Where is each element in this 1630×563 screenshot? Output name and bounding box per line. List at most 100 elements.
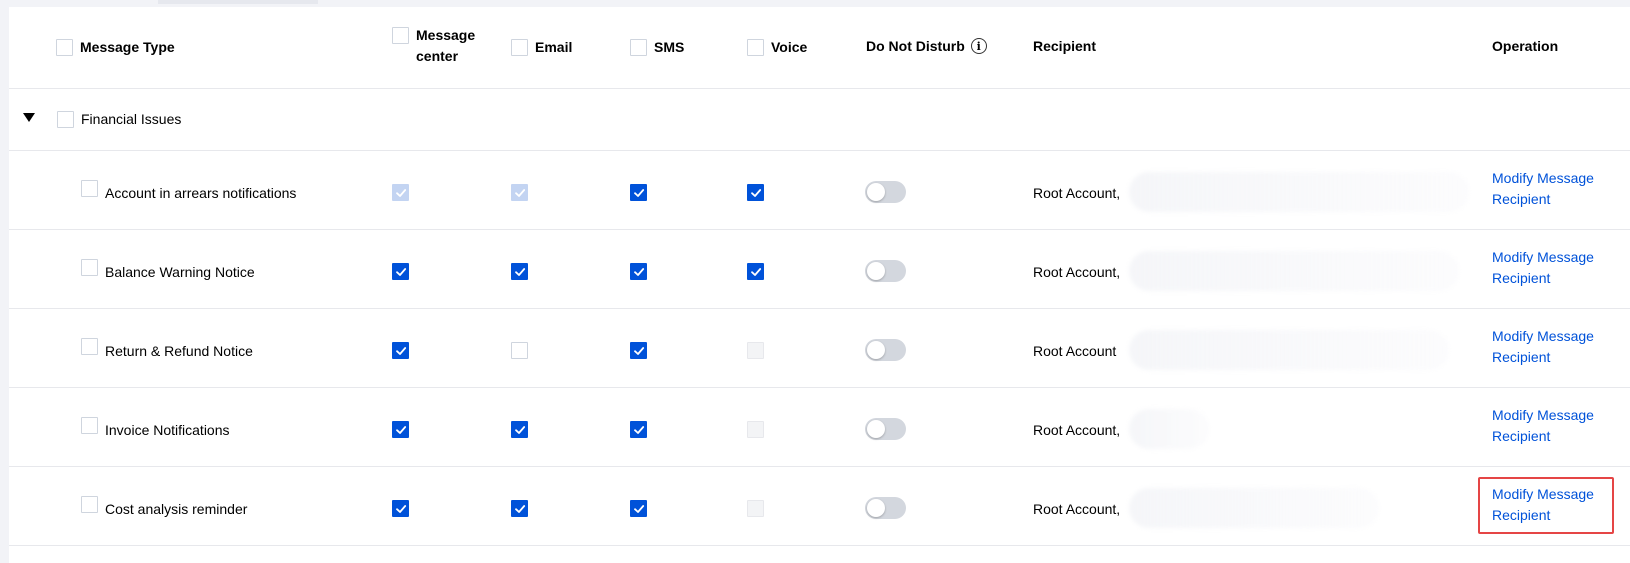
do-not-disturb-toggle[interactable] [865, 418, 906, 440]
check-icon [633, 425, 644, 434]
sms-cell [630, 263, 647, 280]
row-checkbox[interactable] [81, 338, 98, 355]
modify-recipient-link-line1[interactable]: Modify Message [1492, 249, 1594, 265]
voice-cell [747, 263, 764, 280]
modify-recipient-link-line2[interactable]: Recipient [1492, 270, 1550, 286]
check-icon [633, 267, 644, 276]
check-icon [750, 267, 761, 276]
info-icon[interactable]: i [970, 38, 987, 54]
do-not-disturb-cell [865, 260, 906, 282]
message-center-cell [392, 263, 409, 280]
modify-recipient-link-line2[interactable]: Recipient [1492, 191, 1550, 207]
modify-recipient-link[interactable]: Modify Message Recipient [1492, 247, 1594, 289]
email-checkbox[interactable] [511, 263, 528, 280]
voice-all-checkbox[interactable] [747, 38, 764, 56]
message-center-cell [392, 421, 409, 438]
message-settings-table: Message Type Message center Email SMS Vo… [9, 7, 1630, 563]
voice-cell [747, 421, 764, 438]
sms-all-checkbox[interactable] [630, 38, 647, 56]
message-center-cell [392, 342, 409, 359]
toggle-knob [867, 341, 885, 359]
row-name-cell: Account in arrears notifications [81, 180, 296, 201]
row-name-cell: Balance Warning Notice [81, 259, 255, 280]
email-checkbox[interactable] [511, 342, 528, 359]
recipient-label: Root Account, [1033, 422, 1121, 438]
check-icon [514, 504, 525, 513]
sms-cell [630, 184, 647, 201]
caret-down-icon[interactable] [23, 113, 35, 122]
email-all-checkbox[interactable] [511, 38, 528, 56]
message-center-checkbox[interactable] [392, 263, 409, 280]
do-not-disturb-toggle[interactable] [865, 260, 906, 282]
recipient-label: Root Account, [1033, 264, 1121, 280]
header-voice: Voice [747, 37, 807, 57]
message-center-all-checkbox[interactable] [392, 27, 409, 44]
message-center-cell [392, 500, 409, 517]
voice-cell [747, 184, 764, 201]
header-message-center-label-1: Message [416, 27, 476, 43]
email-checkbox[interactable] [511, 500, 528, 517]
row-checkbox[interactable] [81, 180, 98, 197]
do-not-disturb-toggle[interactable] [865, 339, 906, 361]
group-expand-toggle[interactable] [23, 113, 35, 122]
header-message-center-label-2: center [416, 48, 459, 64]
header-sms-label: SMS [654, 38, 685, 55]
message-center-checkbox[interactable] [392, 421, 409, 438]
check-icon [395, 188, 406, 197]
header-message-center: Message center [392, 25, 475, 67]
message-center-checkbox[interactable] [392, 342, 409, 359]
redacted-recipients [1129, 488, 1379, 528]
email-checkbox[interactable] [511, 421, 528, 438]
row-checkbox[interactable] [81, 417, 98, 434]
redacted-recipients [1129, 330, 1449, 370]
row-name-cell: Return & Refund Notice [81, 338, 253, 359]
do-not-disturb-toggle[interactable] [865, 181, 906, 203]
modify-recipient-link-line1[interactable]: Modify Message [1492, 328, 1594, 344]
header-recipient: Recipient [1033, 36, 1096, 56]
email-cell [511, 263, 528, 280]
sms-checkbox[interactable] [630, 421, 647, 438]
voice-checkbox[interactable] [747, 184, 764, 201]
tab-indicator [158, 0, 318, 4]
modify-recipient-link[interactable]: Modify Message Recipient [1492, 168, 1594, 210]
table-row: Balance Warning Notice Root Account, Mod… [9, 229, 1630, 309]
message-type-label: Invoice Notifications [105, 422, 230, 438]
modify-recipient-link-line1[interactable]: Modify Message [1492, 407, 1594, 423]
sms-checkbox[interactable] [630, 342, 647, 359]
header-do-not-disturb: Do Not Disturb i [866, 36, 987, 56]
do-not-disturb-toggle[interactable] [865, 497, 906, 519]
sms-checkbox[interactable] [630, 184, 647, 201]
do-not-disturb-cell [865, 339, 906, 361]
voice-checkbox[interactable] [747, 263, 764, 280]
modify-recipient-link[interactable]: Modify Message Recipient [1492, 326, 1594, 368]
check-icon [395, 346, 406, 355]
header-recipient-label: Recipient [1033, 37, 1097, 54]
operation-cell: Modify Message Recipient [1492, 326, 1594, 368]
check-icon [633, 504, 644, 513]
redacted-recipients [1129, 172, 1469, 212]
recipient-label: Root Account, [1033, 501, 1121, 517]
modify-recipient-link[interactable]: Modify Message Recipient [1492, 405, 1594, 447]
header-operation-label: Operation [1492, 37, 1559, 54]
group-label: Financial Issues [81, 111, 182, 127]
modify-recipient-link-line1[interactable]: Modify Message [1492, 170, 1594, 186]
row-checkbox[interactable] [81, 496, 98, 513]
operation-cell: Modify Message Recipient [1492, 405, 1594, 447]
row-name-cell: Invoice Notifications [81, 417, 230, 438]
modify-recipient-link-line2[interactable]: Recipient [1492, 349, 1550, 365]
header-email-label: Email [535, 38, 573, 55]
sms-cell [630, 421, 647, 438]
sms-checkbox[interactable] [630, 263, 647, 280]
select-all-checkbox[interactable] [56, 38, 73, 56]
message-center-checkbox[interactable] [392, 500, 409, 517]
message-type-label: Balance Warning Notice [105, 264, 255, 280]
row-checkbox[interactable] [81, 259, 98, 276]
recipient-cell: Root Account, [1033, 499, 1120, 519]
header-message-type-label: Message Type [80, 38, 175, 55]
modify-recipient-link-line2[interactable]: Recipient [1492, 428, 1550, 444]
toggle-knob [867, 262, 885, 280]
voice-cell [747, 342, 764, 359]
group-checkbox[interactable] [57, 110, 74, 128]
email-checkbox [511, 184, 528, 201]
sms-checkbox[interactable] [630, 500, 647, 517]
